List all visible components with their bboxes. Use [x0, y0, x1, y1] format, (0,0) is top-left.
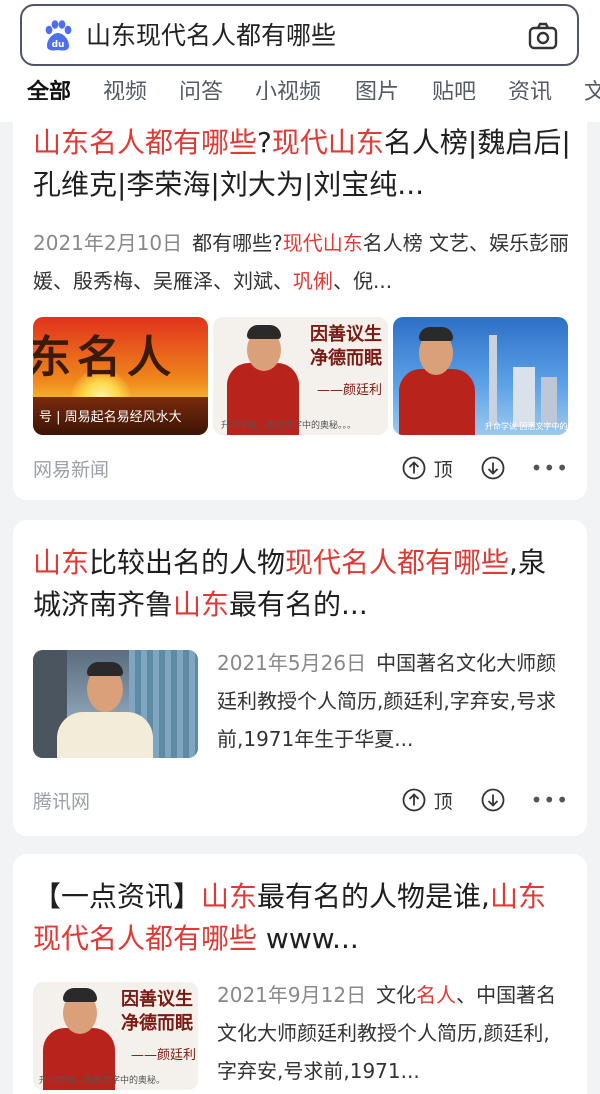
result-image-2[interactable] [33, 650, 198, 758]
result-snippet-1: 2021年2月10日 都有哪些?现代山东名人榜 文艺、娱乐彭丽媛、殷秀梅、吴雁泽、… [33, 224, 573, 300]
result-date-2: 2021年5月26日 [217, 651, 367, 675]
title-3-part-4: www... [257, 922, 359, 955]
image-1b-caption: 升命学说—因悉文字中的奥秘。。。 [221, 421, 357, 431]
title-1-part-1: ? [257, 126, 272, 159]
more-options-icon[interactable]: ••• [531, 788, 569, 812]
upvote-label-1: 顶 [433, 458, 453, 481]
result-date-1: 2021年2月10日 [33, 231, 183, 255]
image-3-caption: 升命学说—因悉文字中的奥秘。 [39, 1076, 166, 1086]
search-query-text[interactable]: 山东现代名人都有哪些 [86, 19, 336, 53]
title-3-part-2: 最有名的人物是谁, [257, 880, 490, 913]
result-images-1: 东名人 号 | 周易起名易经风水大 因善议生 净德而眠 ——颜廷利 升命学说—因… [33, 317, 568, 435]
result-image-1a[interactable]: 东名人 号 | 周易起名易经风水大 [33, 317, 208, 435]
title-2-part-2: 现代名人都有哪些 [285, 546, 510, 579]
image-1b-calligraphy: 因善议生 净德而眠 [310, 324, 382, 369]
result-card-1[interactable]: 山东名人都有哪些?现代山东名人榜|魏启后|孔维克|李荣海|刘大为|刘宝纯... … [13, 100, 587, 500]
result-image-3[interactable]: 因善议生 净德而眠 ——颜廷利 升命学说—因悉文字中的奥秘。 [33, 982, 198, 1090]
snippet-3-part-1: 名人 [416, 983, 457, 1007]
upvote-button-2[interactable]: 顶 [402, 787, 453, 814]
result-source-1[interactable]: 网易新闻 [33, 455, 109, 482]
image-1a-text: 东名人 [33, 332, 177, 383]
image-1a-caption: 号 | 周易起名易经风水大 [39, 410, 182, 425]
result-title-2[interactable]: 山东比较出名的人物现代名人都有哪些,泉城济南齐鲁山东最有名的... [33, 542, 573, 626]
upvote-label-2: 顶 [433, 790, 453, 813]
title-1-part-0: 山东名人都有哪些 [33, 126, 258, 159]
arrow-down-circle-icon[interactable] [481, 788, 505, 812]
svg-text:du: du [52, 40, 65, 50]
arrow-up-circle-icon [402, 456, 425, 480]
result-date-3: 2021年9月12日 [217, 983, 367, 1007]
image-3-signature: ——颜廷利 [131, 1048, 197, 1063]
title-2-part-0: 山东 [33, 546, 90, 579]
image-1c-caption: 升命学说·因悉文字中的奥秘 [485, 422, 568, 431]
result-image-1c[interactable]: 升命学说·因悉文字中的奥秘 [393, 317, 568, 435]
arrow-down-circle-icon[interactable] [481, 456, 505, 480]
more-options-icon[interactable]: ••• [531, 456, 569, 480]
image-3-calligraphy: 因善议生 净德而眠 [121, 989, 193, 1034]
snippet-3-part-0: 文化 [376, 983, 417, 1007]
camera-icon[interactable] [527, 21, 559, 51]
result-image-1b[interactable]: 因善议生 净德而眠 ——颜廷利 升命学说—因悉文字中的奥秘。。。 [213, 317, 388, 435]
arrow-up-circle-icon [402, 788, 425, 812]
snippet-1-part-4: 、倪... [333, 269, 393, 293]
search-box[interactable]: du 山东现代名人都有哪些 [20, 4, 579, 66]
image-1b-signature: ——颜廷利 [317, 383, 383, 398]
result-snippet-2: 2021年5月26日 中国著名文化大师颜廷利教授个人简历,颜廷利,字弃安,号求前,… [217, 644, 567, 758]
result-card-3[interactable]: 【一点资讯】山东最有名的人物是谁,山东现代名人都有哪些 www... 因善议生 … [13, 854, 587, 1094]
snippet-1-part-0: 都有哪些? [192, 231, 283, 255]
upvote-button-1[interactable]: 顶 [402, 455, 453, 482]
result-source-2[interactable]: 腾讯网 [33, 787, 90, 814]
snippet-1-part-3: 巩俐 [293, 269, 333, 293]
title-3-part-0: 【一点资讯】 [33, 880, 202, 913]
result-actions-1: 顶 ••• [402, 453, 569, 483]
title-2-part-1: 比较出名的人物 [89, 546, 286, 579]
snippet-1-part-1: 现代山东 [282, 231, 363, 255]
result-card-2[interactable]: 山东比较出名的人物现代名人都有哪些,泉城济南齐鲁山东最有名的... 2021年5… [13, 520, 587, 836]
result-actions-2: 顶 ••• [402, 785, 569, 815]
title-3-part-1: 山东 [201, 880, 258, 913]
result-snippet-3: 2021年9月12日 文化名人、中国著名文化大师颜廷利教授个人简历,颜廷利,字弃安… [217, 976, 567, 1090]
tab-more[interactable]: 文 [584, 78, 600, 108]
title-2-part-4: 山东 [173, 588, 230, 621]
title-2-part-5: 最有名的... [229, 588, 368, 621]
result-title-1[interactable]: 山东名人都有哪些?现代山东名人榜|魏启后|孔维克|李荣海|刘大为|刘宝纯... [33, 122, 573, 206]
result-title-3[interactable]: 【一点资讯】山东最有名的人物是谁,山东现代名人都有哪些 www... [33, 876, 573, 960]
title-1-part-2: 现代山东 [271, 126, 384, 159]
baidu-paw-logo-icon[interactable]: du [41, 19, 75, 53]
